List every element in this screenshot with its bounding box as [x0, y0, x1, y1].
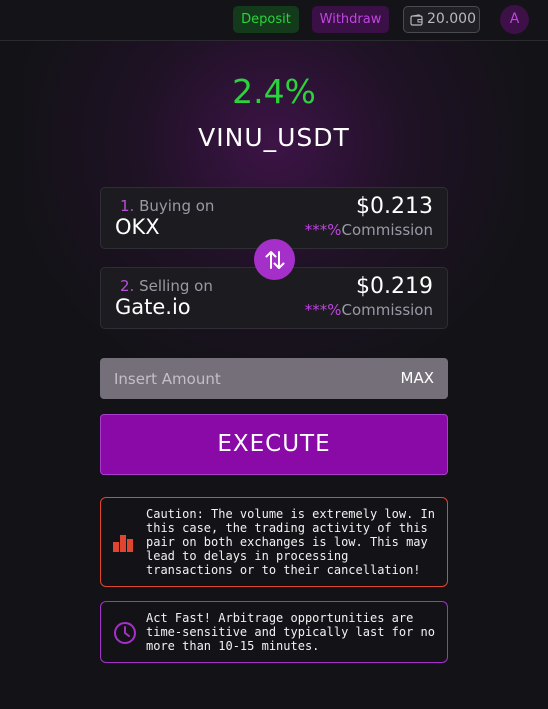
withdraw-button[interactable]: Withdraw [312, 6, 389, 33]
buy-step-number: 1. [120, 197, 135, 215]
caution-text: Caution: The volume is extremely low. In… [146, 507, 435, 577]
sell-step-number: 2. [120, 277, 135, 295]
sell-commission-label: Commission [341, 301, 433, 319]
sell-commission-value: ***% [304, 301, 342, 319]
buy-commission: ***%Commission [305, 221, 433, 239]
sell-price: $0.219 [356, 274, 433, 299]
execute-button[interactable]: EXECUTE [100, 414, 448, 475]
avatar[interactable]: A [500, 5, 529, 34]
balance-value: 20.000 [427, 11, 476, 27]
clock-icon [114, 622, 136, 644]
buy-exchange: OKX [115, 215, 160, 239]
deposit-button[interactable]: Deposit [233, 6, 299, 33]
sell-step-text: Selling on [139, 277, 213, 295]
wallet-icon [410, 13, 423, 26]
amount-input[interactable] [100, 358, 380, 399]
buy-step-label: 1. Buying on [120, 197, 214, 215]
profit-percent: 2.4% [232, 72, 316, 111]
sell-exchange: Gate.io [115, 295, 191, 319]
swap-arrows-icon [265, 250, 284, 269]
act-fast-text: Act Fast! Arbitrage opportunities are ti… [146, 611, 435, 653]
amount-field: MAX [100, 358, 448, 399]
sell-commission: ***%Commission [305, 301, 433, 319]
sell-step-label: 2. Selling on [120, 277, 213, 295]
buy-price: $0.213 [356, 194, 433, 219]
act-fast-notice: Act Fast! Arbitrage opportunities are ti… [100, 601, 448, 663]
caution-notice: Caution: The volume is extremely low. In… [100, 497, 448, 587]
bar-chart-icon [113, 535, 133, 552]
swap-button[interactable] [254, 239, 295, 280]
max-button[interactable]: MAX [401, 358, 434, 399]
buy-step-text: Buying on [139, 197, 215, 215]
top-bar: Deposit Withdraw 20.000 A [0, 0, 548, 41]
pair-title: VINU_USDT [198, 123, 350, 152]
balance-display[interactable]: 20.000 [403, 6, 480, 33]
buy-commission-value: ***% [304, 221, 342, 239]
buy-commission-label: Commission [341, 221, 433, 239]
